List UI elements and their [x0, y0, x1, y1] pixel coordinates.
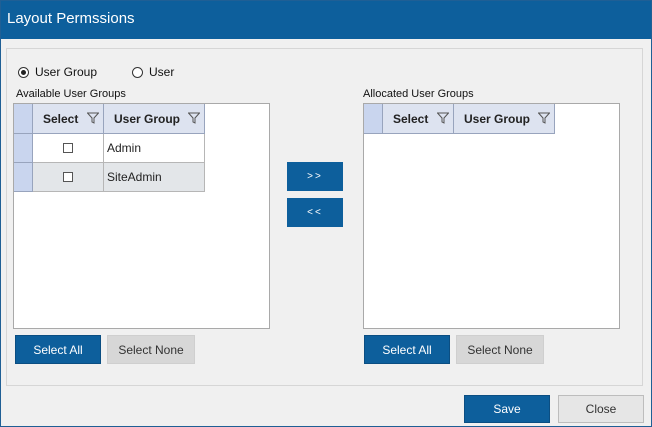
table-row[interactable]: SiteAdmin — [14, 163, 205, 192]
filter-icon[interactable] — [538, 112, 550, 124]
radio-user-label: User — [149, 65, 175, 79]
row-indicator-header — [14, 104, 33, 134]
allocated-select-all-button[interactable]: Select All — [364, 335, 450, 364]
grid-header: Select User Group — [14, 104, 205, 134]
column-header-select[interactable]: Select — [383, 104, 454, 134]
radio-selected-icon — [18, 66, 29, 78]
radio-unselected-icon — [132, 66, 143, 78]
available-select-all-button[interactable]: Select All — [15, 335, 101, 364]
radio-user-group-label: User Group — [35, 65, 98, 79]
save-button[interactable]: Save — [464, 395, 550, 423]
available-groups-grid: Select User Group Admin SiteAdmin — [13, 103, 270, 329]
filter-icon[interactable] — [188, 112, 200, 124]
available-groups-label: Available User Groups — [16, 88, 126, 100]
column-header-select-label: Select — [393, 111, 429, 126]
dialog-title: Layout Permssions — [7, 10, 135, 27]
grid-header: Select User Group — [364, 104, 555, 134]
table-row[interactable]: Admin — [14, 134, 205, 163]
filter-icon[interactable] — [87, 112, 99, 124]
allocated-groups-grid: Select User Group — [363, 103, 620, 329]
radio-user[interactable]: User — [132, 65, 174, 79]
allocated-select-none-button[interactable]: Select None — [456, 335, 544, 364]
allocated-groups-label: Allocated User Groups — [363, 88, 474, 100]
layout-permissions-dialog: Layout Permssions User Group User Availa… — [0, 0, 652, 427]
user-group-cell: Admin — [104, 134, 205, 163]
column-header-user-group-label: User Group — [114, 111, 181, 126]
row-indicator[interactable] — [14, 134, 33, 163]
column-header-user-group[interactable]: User Group — [454, 104, 555, 134]
row-checkbox[interactable] — [63, 172, 73, 182]
row-checkbox[interactable] — [63, 143, 73, 153]
filter-icon[interactable] — [437, 112, 449, 124]
select-cell — [33, 163, 104, 192]
title-bar: Layout Permssions — [1, 1, 651, 39]
column-header-user-group[interactable]: User Group — [104, 104, 205, 134]
available-select-none-button[interactable]: Select None — [107, 335, 195, 364]
column-header-user-group-label: User Group — [464, 111, 531, 126]
column-header-select[interactable]: Select — [33, 104, 104, 134]
add-selected-button[interactable]: >> — [287, 162, 343, 191]
row-indicator[interactable] — [14, 163, 33, 192]
radio-user-group[interactable]: User Group — [18, 65, 97, 79]
column-header-select-label: Select — [43, 111, 79, 126]
select-cell — [33, 134, 104, 163]
close-button[interactable]: Close — [558, 395, 644, 423]
row-indicator-header — [364, 104, 383, 134]
remove-selected-button[interactable]: << — [287, 198, 343, 227]
user-group-cell: SiteAdmin — [104, 163, 205, 192]
